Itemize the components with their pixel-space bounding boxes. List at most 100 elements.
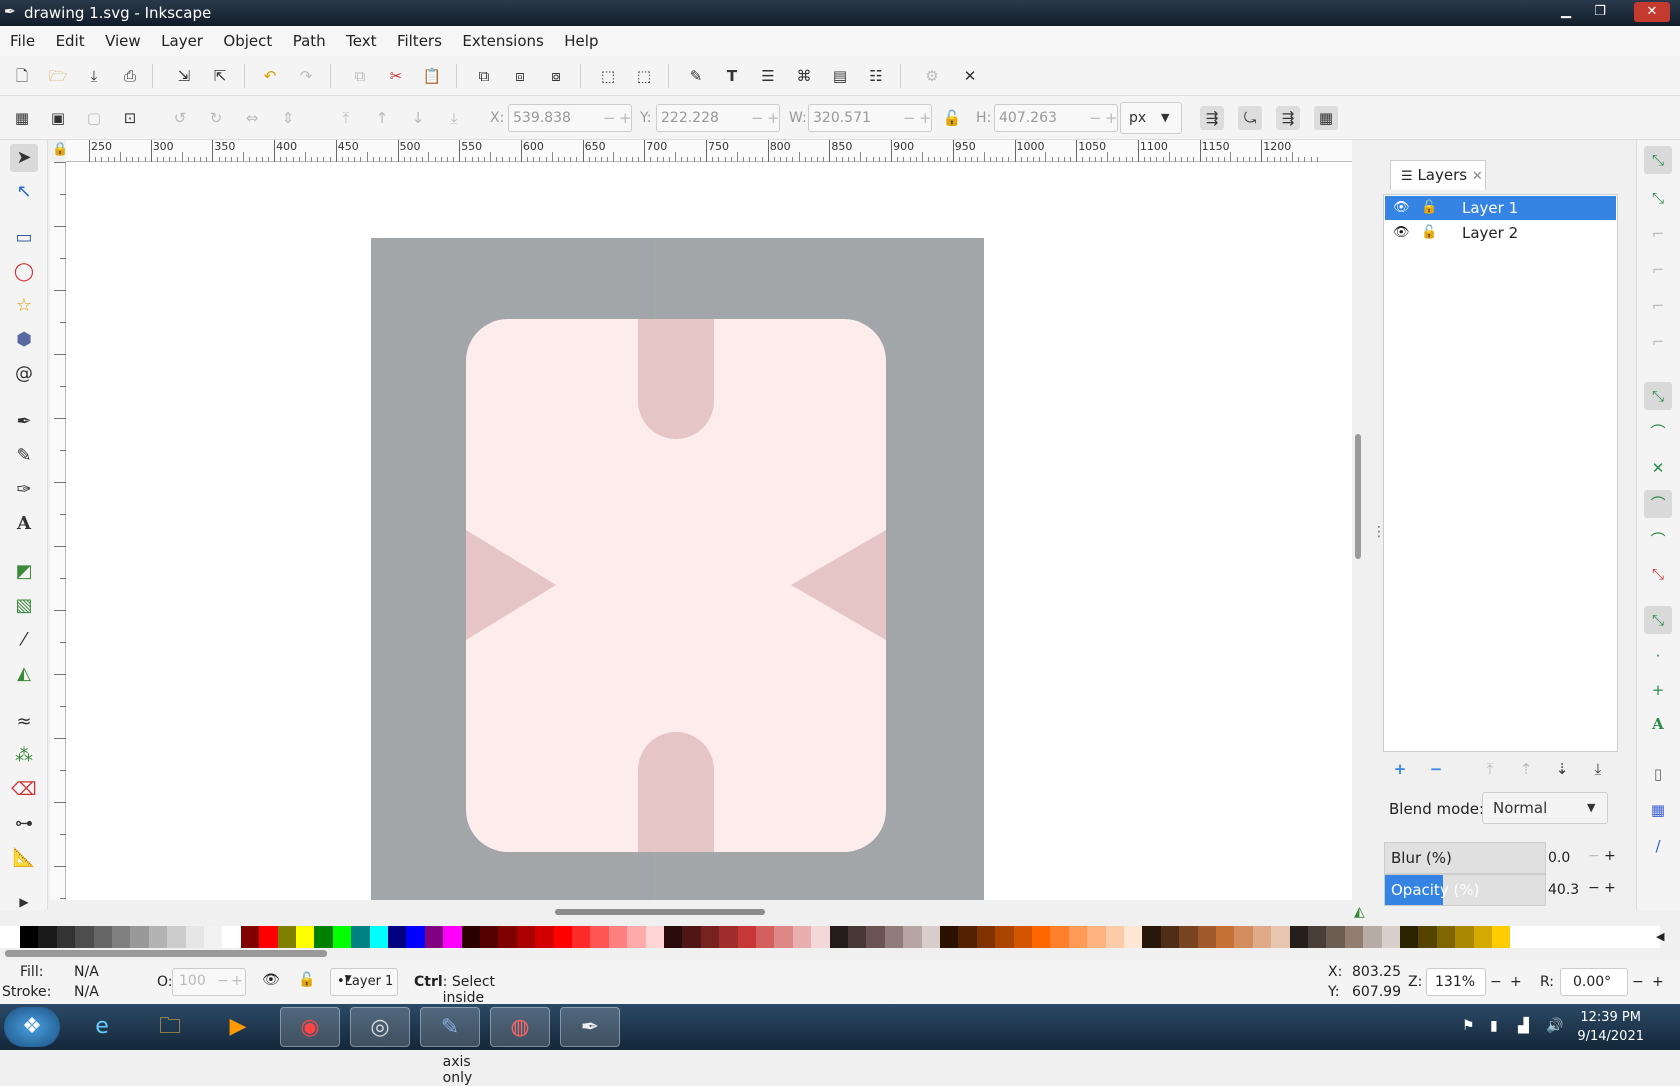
palette-swatch[interactable] xyxy=(1234,926,1253,948)
palette-swatch[interactable] xyxy=(204,926,223,948)
selector-tool-icon[interactable]: ➤ xyxy=(10,144,38,172)
x-field[interactable]: 539.838 − + xyxy=(508,104,632,132)
palette-swatch[interactable] xyxy=(388,926,407,948)
layer-name[interactable]: Layer 1 xyxy=(1462,196,1518,220)
palette-swatch[interactable] xyxy=(664,926,683,948)
fill-value[interactable]: N/A xyxy=(74,964,99,980)
layers-tab[interactable]: ☰ Layers ✕ xyxy=(1390,160,1486,190)
connector-tool-icon[interactable]: ⊶ xyxy=(10,810,38,838)
measure-tool-icon[interactable]: 📐 xyxy=(10,844,38,872)
lower-to-bottom-icon[interactable]: ⤓ xyxy=(442,106,466,130)
y-field[interactable]: 222.228 − + xyxy=(656,104,780,132)
tray-battery-icon[interactable]: ▮ xyxy=(1490,1018,1498,1034)
palette-swatch[interactable] xyxy=(921,926,940,948)
palette-swatch[interactable] xyxy=(1124,926,1143,948)
snap-guides-icon[interactable]: / xyxy=(1644,832,1672,860)
scale-corners-icon[interactable]: ⤿ xyxy=(1238,106,1262,130)
palette-swatch[interactable] xyxy=(1179,926,1198,948)
opacity-value[interactable]: 40.3 xyxy=(1548,882,1579,898)
tray-network-icon[interactable]: ▟ xyxy=(1518,1018,1529,1034)
snap-bbox-corners-icon[interactable]: ⌐ xyxy=(1644,256,1672,284)
gradient-tool-icon[interactable]: ◩ xyxy=(10,558,38,586)
chrome-icon[interactable]: ◉ xyxy=(280,1007,340,1047)
menu-text[interactable]: Text xyxy=(346,26,376,50)
palette-swatch[interactable] xyxy=(130,926,149,948)
palette-swatch[interactable] xyxy=(1160,926,1180,948)
palette-swatch[interactable] xyxy=(848,926,867,948)
drawing-canvas[interactable] xyxy=(66,162,1352,900)
top-notch-shape[interactable] xyxy=(638,319,714,439)
dropper-tool-icon[interactable]: ⁄ xyxy=(10,626,38,654)
scale-stroke-icon[interactable]: ⇶ xyxy=(1200,106,1224,130)
preferences-icon[interactable]: ⚙ xyxy=(920,64,944,88)
palette-swatch[interactable] xyxy=(958,926,977,948)
snap-text-baseline-icon[interactable]: A xyxy=(1644,710,1672,738)
palette-swatch[interactable] xyxy=(792,926,812,948)
palette-menu-icon[interactable]: ◀ xyxy=(1656,930,1664,943)
visibility-eye-icon[interactable]: 👁 xyxy=(1393,221,1410,245)
palette-swatch[interactable] xyxy=(112,926,131,948)
palette-swatch[interactable] xyxy=(1326,926,1345,948)
menu-view[interactable]: View xyxy=(105,26,141,50)
opacity-slider[interactable]: Opacity (%) xyxy=(1384,874,1546,906)
palette-swatch[interactable] xyxy=(1050,926,1069,948)
xml-editor-icon[interactable]: ⌘ xyxy=(792,64,816,88)
3d-box-tool-icon[interactable]: ⬢ xyxy=(10,326,38,354)
close-tab-icon[interactable]: ✕ xyxy=(1472,169,1483,184)
palette-swatch[interactable] xyxy=(332,926,352,948)
app-dark-circle-icon[interactable]: ◎ xyxy=(350,1007,410,1047)
h-field[interactable]: 407.263 − + xyxy=(994,104,1118,132)
tweak-tool-icon[interactable]: ≈ xyxy=(10,708,38,736)
transform-gradients-icon[interactable]: ⇶ xyxy=(1276,106,1300,130)
palette-swatch[interactable] xyxy=(608,926,628,948)
palette-swatch[interactable] xyxy=(20,926,39,948)
unlink-clone-icon[interactable]: ⧇ xyxy=(544,64,568,88)
palette-swatch[interactable] xyxy=(93,926,112,948)
zoom-in-button[interactable]: + xyxy=(1510,974,1522,990)
palette-swatch[interactable] xyxy=(1473,926,1492,948)
visibility-eye-icon[interactable]: 👁 xyxy=(1393,196,1410,220)
opacity-increment[interactable]: + xyxy=(1604,880,1616,896)
menu-help[interactable]: Help xyxy=(564,26,598,50)
transform-handles-icon[interactable]: ⊡ xyxy=(118,106,142,130)
flip-horizontal-icon[interactable]: ⇔ xyxy=(240,106,264,130)
app-globe-icon[interactable]: ◍ xyxy=(490,1007,550,1047)
palette-swatch[interactable] xyxy=(1271,926,1290,948)
palette-swatch[interactable] xyxy=(1032,926,1051,948)
rotate-minus-button[interactable]: − xyxy=(1632,974,1644,990)
lock-ratio-icon[interactable]: 🔓 xyxy=(940,106,964,130)
raise-icon[interactable]: ↑ xyxy=(370,106,394,130)
document-properties-icon[interactable]: ▤ xyxy=(828,64,852,88)
select-all-icon[interactable]: ▦ xyxy=(10,106,34,130)
snap-nodes-icon[interactable]: ⤡ xyxy=(1644,382,1672,410)
blur-increment[interactable]: + xyxy=(1604,848,1616,864)
layer-row-1[interactable]: 👁 🔓 Layer 1 xyxy=(1385,196,1616,220)
palette-swatch[interactable] xyxy=(148,926,168,948)
palette-swatch[interactable] xyxy=(1436,926,1456,948)
palette-swatch[interactable] xyxy=(940,926,959,948)
palette-swatch[interactable] xyxy=(480,926,499,948)
palette-swatch[interactable] xyxy=(737,926,756,948)
palette-swatch[interactable] xyxy=(369,926,388,948)
node-tool-icon[interactable]: ↖ xyxy=(10,178,38,206)
palette-swatch[interactable] xyxy=(185,926,204,948)
palette-swatch[interactable] xyxy=(535,926,554,948)
deselect-icon[interactable]: ▢ xyxy=(82,106,106,130)
export-icon[interactable]: ⇱ xyxy=(208,64,232,88)
zoom-field[interactable]: 131% xyxy=(1426,968,1486,996)
vertical-scrollbar[interactable] xyxy=(1355,434,1361,559)
palette-swatch[interactable] xyxy=(1308,926,1327,948)
minimize-button[interactable]: ▁ xyxy=(1552,2,1580,22)
raise-to-top-icon[interactable]: ⤒ xyxy=(334,106,358,130)
unlock-icon[interactable]: 🔓 xyxy=(1421,196,1437,220)
palette-swatch[interactable] xyxy=(1344,926,1364,948)
snap-bbox-icon[interactable]: ⤡ xyxy=(1644,184,1672,212)
remove-layer-icon[interactable]: − xyxy=(1424,757,1448,781)
palette-swatch[interactable] xyxy=(995,926,1014,948)
text-tool-icon[interactable]: A xyxy=(10,510,38,538)
media-player-icon[interactable]: ▶ xyxy=(208,1007,268,1047)
zoom-out-button[interactable]: − xyxy=(1490,974,1502,990)
snap-midpoints-icon[interactable]: ⤡ xyxy=(1644,560,1672,588)
snap-grid-icon[interactable]: ▦ xyxy=(1644,796,1672,824)
layer-to-top-icon[interactable]: ⤒ xyxy=(1478,757,1502,781)
